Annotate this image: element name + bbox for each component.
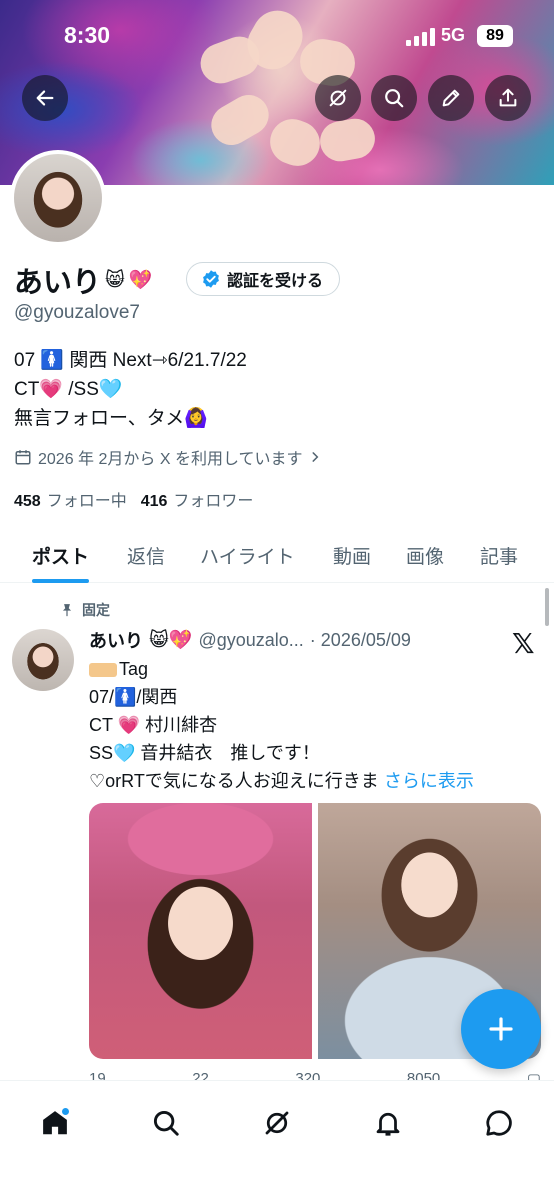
edit-button[interactable] (428, 75, 474, 121)
verified-badge-icon (203, 270, 219, 288)
following-label: フォロー中 (46, 493, 127, 510)
search-icon (385, 89, 404, 108)
calendar-icon (15, 450, 31, 465)
followers-count: 416 (140, 493, 168, 510)
messages-icon (486, 1110, 512, 1136)
post-line: Tag (119, 659, 149, 679)
post-author-handle[interactable]: @gyouzalo... (198, 630, 303, 651)
post-author-name[interactable]: あいり (89, 627, 143, 653)
follow-stats: 458 フォロー中 416 フォロワー (14, 487, 253, 511)
profile-bio: 07 🚺 関西 Next⇾6/21.7/22 CT💗 /SS🩵 無言フォロー、タ… (14, 346, 247, 433)
cat-emoji: 😸 (105, 269, 125, 291)
back-button[interactable] (22, 75, 68, 121)
grok-button[interactable] (315, 75, 361, 121)
tab-posts[interactable]: ポスト (32, 527, 90, 583)
post-line: CT 💗 村川緋杏 (89, 715, 218, 735)
notification-dot (61, 1107, 70, 1116)
compose-button[interactable] (461, 989, 541, 1069)
status-bar: 8:30 5G 89 (0, 0, 554, 72)
post-line: 07/🚺/関西 (89, 687, 178, 707)
search-button[interactable] (371, 75, 417, 121)
grok-icon (329, 89, 347, 107)
x-logo-icon: 𝕏 (512, 627, 535, 660)
share-button[interactable] (485, 75, 531, 121)
share-icon (499, 88, 517, 107)
chevron-right-icon (312, 452, 319, 462)
profile-tabs: ポスト 返信 ハイライト 動画 画像 記事 (0, 527, 554, 583)
get-verified-button[interactable]: 認証を受ける (186, 262, 341, 296)
tab-highlights[interactable]: ハイライト (200, 527, 295, 583)
joined-text: 2026 年 2月から X を利用しています (38, 451, 303, 468)
bottom-nav (0, 1080, 554, 1199)
post-line: ♡orRTで気になる人お迎えに行きま (89, 771, 379, 791)
tab-articles[interactable]: 記事 (480, 527, 518, 583)
verify-label: 認証を受ける (227, 273, 324, 290)
display-name: あいり (14, 267, 102, 299)
search-icon (153, 1110, 179, 1136)
post-date[interactable]: · 2026/05/09 (310, 630, 411, 651)
battery-level: 89 (477, 25, 513, 47)
grok-icon (265, 1111, 289, 1135)
nav-messages[interactable] (471, 1095, 527, 1151)
bio-line: 07 🚺 関西 Next⇾6/21.7/22 (14, 350, 247, 371)
bio-line: CT💗 /SS🩵 (14, 379, 123, 400)
following-count: 458 (14, 493, 41, 510)
joined-date[interactable]: 2026 年 2月から X を利用しています (14, 445, 322, 469)
tab-videos[interactable]: 動画 (333, 527, 371, 583)
post-line: SS🩵 音井結衣 推しです！ (89, 743, 320, 763)
profile-handle: @gyouzalove7 (14, 302, 140, 323)
author-emojis: 😸💖 (149, 630, 193, 651)
nav-search[interactable] (138, 1095, 194, 1151)
post-header: あいり 😸💖 @gyouzalo... · 2026/05/09 (89, 627, 411, 653)
profile-name: あいり 😸 💖 (14, 259, 153, 301)
followers-link[interactable]: 416 フォロワー (141, 487, 254, 511)
nav-notifications[interactable] (360, 1095, 416, 1151)
signal-icon (406, 28, 435, 46)
post-avatar[interactable] (12, 629, 74, 691)
notifications-icon (376, 1112, 400, 1136)
show-more-link[interactable]: さらに表示 (384, 771, 474, 791)
tag-emoji (89, 663, 117, 678)
pin-icon (62, 604, 72, 617)
pencil-icon (442, 89, 460, 107)
profile-avatar[interactable] (10, 150, 106, 246)
plus-icon (489, 1017, 513, 1041)
pinned-indicator: 固定 (60, 600, 110, 620)
post-photo[interactable] (89, 803, 312, 1059)
scrollbar[interactable] (545, 588, 549, 626)
nav-home[interactable] (27, 1095, 83, 1151)
pinned-label: 固定 (82, 602, 110, 618)
tab-images[interactable]: 画像 (406, 527, 444, 583)
post-text[interactable]: Tag 07/🚺/関西 CT 💗 村川緋杏 SS🩵 音井結衣 推しです！ ♡or… (89, 655, 474, 795)
status-time: 8:30 (64, 22, 111, 48)
heart-emoji: 💖 (128, 270, 153, 291)
nav-grok[interactable] (249, 1095, 305, 1151)
bio-line: 無言フォロー、タメ🙆‍♀️ (14, 408, 208, 429)
tab-replies[interactable]: 返信 (127, 527, 165, 583)
following-link[interactable]: 458 フォロー中 (14, 487, 127, 511)
arrow-left-icon (36, 90, 54, 106)
network-type: 5G (441, 25, 466, 45)
followers-label: フォロワー (173, 493, 254, 510)
